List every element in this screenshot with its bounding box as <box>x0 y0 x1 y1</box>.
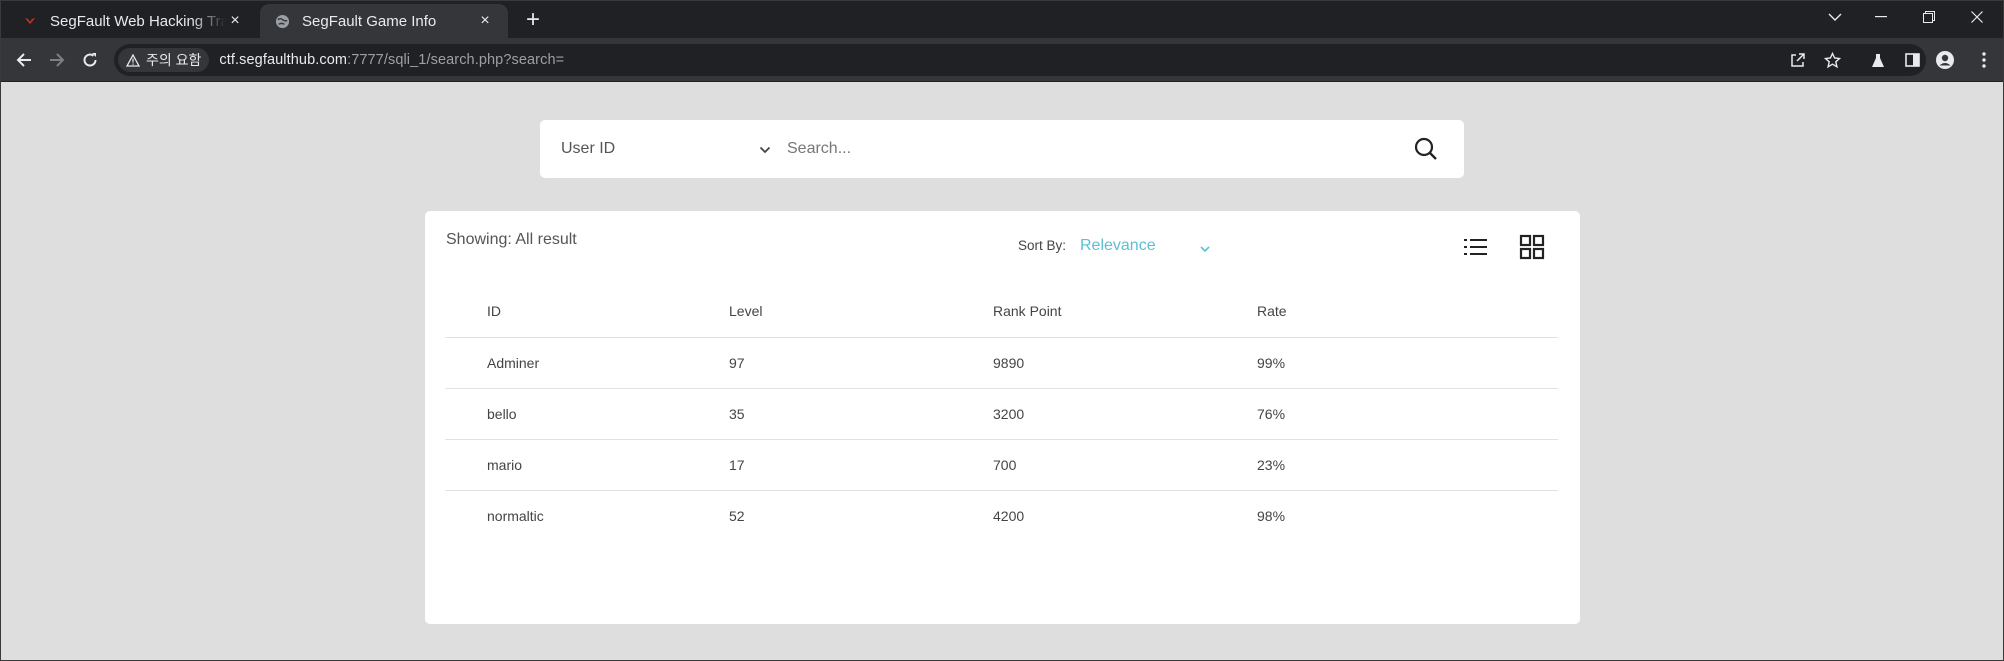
security-chip[interactable]: 주의 요함 <box>118 48 210 72</box>
sort-by-label: Sort By: <box>1018 238 1067 253</box>
tab-search-icon[interactable] <box>1812 0 1858 34</box>
cell-rate: 76% <box>1237 388 1558 440</box>
tab-close-icon[interactable]: × <box>226 12 244 30</box>
forward-icon[interactable] <box>43 46 71 74</box>
tab-title: SegFault Web Hacking Training <box>50 12 226 30</box>
bookmark-star-icon[interactable] <box>1818 46 1846 74</box>
labs-icon[interactable] <box>1864 46 1892 74</box>
search-field-select[interactable]: User ID <box>561 120 771 178</box>
cell-rank-point: 4200 <box>993 507 1025 524</box>
restore-icon[interactable] <box>1906 0 1952 34</box>
side-panel-icon[interactable] <box>1898 46 1926 74</box>
table-row: normaltic 52 4200 98% <box>445 490 1558 541</box>
profile-icon[interactable] <box>1931 46 1959 74</box>
cell-rank-point: 700 <box>973 439 1237 491</box>
column-header-rate: Rate <box>1237 286 1558 338</box>
browser-toolbar: 주의 요함 ctf.segfaulthub.com:7777/sqli_1/se… <box>0 38 2004 82</box>
url-host: ctf.segfaulthub.com <box>219 52 348 68</box>
globe-icon <box>274 13 290 29</box>
search-bar: User ID <box>540 120 1464 178</box>
table-row: mario 17 700 23% <box>445 439 1558 491</box>
column-header-level: Level <box>709 286 973 338</box>
tab-strip: SegFault Web Hacking Training × SegFault… <box>0 0 2004 38</box>
chevron-down-icon <box>1200 240 1210 258</box>
search-input[interactable] <box>787 134 1387 164</box>
warning-icon <box>126 53 140 67</box>
search-icon[interactable] <box>1414 137 1438 166</box>
showing-label: Showing: All result <box>446 231 577 248</box>
grid-view-icon[interactable] <box>1519 234 1545 260</box>
search-field-select-value: User ID <box>561 140 616 157</box>
minimize-icon[interactable] <box>1858 0 1904 34</box>
cell-id: mario <box>445 439 709 491</box>
cell-level: 52 <box>729 507 745 524</box>
page-content: User ID Showing: All result Sort By: Rel… <box>0 83 2004 661</box>
tab-segfault-training[interactable]: SegFault Web Hacking Training × <box>8 4 258 38</box>
url-text[interactable]: ctf.segfaulthub.com:7777/sqli_1/search.p… <box>219 52 564 68</box>
table-header-row: ID Level Rank Point Rate <box>445 286 1558 338</box>
back-icon[interactable] <box>10 46 38 74</box>
tab-close-icon[interactable]: × <box>476 12 494 30</box>
reload-icon[interactable] <box>76 46 104 74</box>
cell-rate: 99% <box>1237 337 1558 389</box>
tab-segfault-game-info[interactable]: SegFault Game Info × <box>260 4 508 38</box>
new-tab-button[interactable]: + <box>520 8 546 34</box>
sort-by-select[interactable]: Relevance <box>1080 237 1210 255</box>
column-header-id: ID <box>445 286 709 338</box>
cell-level: 97 <box>709 337 973 389</box>
cell-rank-point: 9890 <box>973 337 1237 389</box>
table-row: Adminer 97 9890 99% <box>445 337 1558 389</box>
segfault-logo-icon <box>22 13 38 29</box>
cell-id: normaltic <box>487 507 544 524</box>
results-panel: Showing: All result Sort By: Relevance I… <box>425 211 1580 624</box>
list-view-icon[interactable] <box>1463 235 1489 259</box>
close-window-icon[interactable] <box>1954 0 2000 34</box>
cell-level: 17 <box>709 439 973 491</box>
cell-rank-point: 3200 <box>973 388 1237 440</box>
cell-rate: 23% <box>1237 439 1558 491</box>
results-table: ID Level Rank Point Rate Adminer 97 9890… <box>445 286 1558 541</box>
column-header-rank-point: Rank Point <box>973 286 1237 338</box>
table-row: bello 35 3200 76% <box>445 388 1558 440</box>
chevron-down-icon <box>759 141 771 159</box>
cell-rate: 98% <box>1257 507 1286 524</box>
address-bar[interactable]: 주의 요함 ctf.segfaulthub.com:7777/sqli_1/se… <box>114 44 1926 76</box>
tab-title: SegFault Game Info <box>302 12 437 30</box>
url-path: :7777/sqli_1/search.php?search= <box>347 52 565 68</box>
menu-icon[interactable] <box>1970 46 1998 74</box>
cell-id: Adminer <box>445 337 709 389</box>
security-chip-label: 주의 요함 <box>146 52 202 68</box>
cell-id: bello <box>445 388 709 440</box>
sort-by-value: Relevance <box>1080 237 1156 254</box>
cell-level: 35 <box>709 388 973 440</box>
share-icon[interactable] <box>1784 46 1812 74</box>
